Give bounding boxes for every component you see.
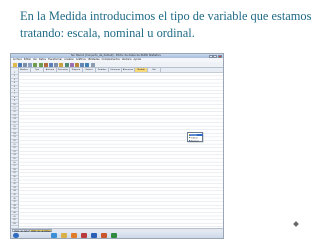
explorer-icon[interactable]: [61, 232, 67, 238]
grid-cells[interactable]: [18, 71, 223, 228]
slide-bullet: [293, 221, 299, 227]
select-cases-icon[interactable]: [80, 62, 85, 67]
excel-icon[interactable]: [111, 232, 117, 238]
insert-variable-icon[interactable]: [64, 62, 69, 67]
ie-icon[interactable]: [51, 232, 57, 238]
media-icon[interactable]: [71, 232, 77, 238]
recall-dialog-icon[interactable]: [28, 62, 33, 67]
slide-caption: En la Medida introducimos el tipo de var…: [20, 9, 312, 40]
open-icon[interactable]: [12, 62, 17, 67]
spss-icon[interactable]: [81, 232, 87, 238]
insert-case-icon[interactable]: [59, 62, 64, 67]
variables-icon[interactable]: [48, 62, 54, 67]
weight-cases-icon[interactable]: [74, 62, 80, 67]
save-icon[interactable]: [17, 62, 22, 67]
spss-window: Sin título1 [Conjunto_de_datos0] - Edito…: [10, 53, 224, 239]
word-icon[interactable]: [91, 232, 97, 238]
start-orb-icon[interactable]: [13, 232, 19, 238]
measure-option-label: Nominal: [190, 139, 199, 142]
measure-option-label: Ordinal: [190, 136, 198, 139]
split-file-icon[interactable]: [69, 62, 74, 67]
measure-dropdown[interactable]: Escala Ordinal Nominal: [187, 132, 203, 142]
taskbar: [11, 231, 223, 238]
slide: En la Medida introducimos el tipo de var…: [0, 0, 320, 240]
redo-icon[interactable]: [38, 62, 43, 67]
powerpoint-icon[interactable]: [101, 232, 107, 238]
use-sets-icon[interactable]: [90, 62, 95, 67]
variable-grid: Nombre Tipo Anchura Decimales Etiqueta Valore…: [11, 67, 223, 228]
goto-case-icon[interactable]: [43, 62, 48, 67]
row-header-43[interactable]: 43: [11, 223, 18, 227]
undo-icon[interactable]: [33, 62, 38, 67]
find-icon[interactable]: [54, 62, 59, 67]
measure-option-nominal[interactable]: Nominal: [188, 139, 203, 143]
value-labels-icon[interactable]: [85, 62, 90, 67]
measure-option-label: Escala: [190, 133, 197, 136]
print-icon[interactable]: [22, 62, 28, 67]
